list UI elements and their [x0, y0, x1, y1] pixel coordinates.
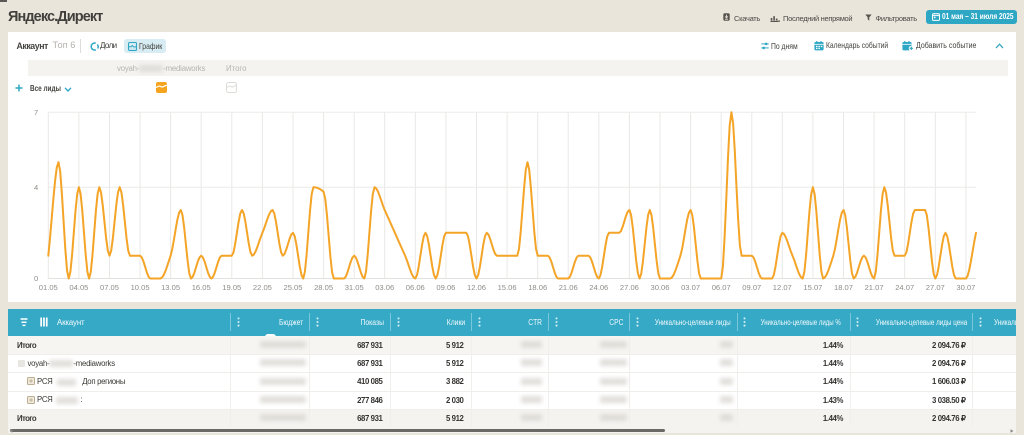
svg-text:01.05: 01.05	[39, 283, 58, 292]
svg-text:13.05: 13.05	[161, 283, 180, 292]
svg-text:06.07: 06.07	[712, 283, 731, 292]
svg-text:12.07: 12.07	[773, 283, 792, 292]
svg-text:06.06: 06.06	[406, 283, 425, 292]
svg-text:22.05: 22.05	[253, 283, 272, 292]
svg-text:03.07: 03.07	[681, 283, 700, 292]
svg-text:07.05: 07.05	[100, 283, 119, 292]
svg-text:21.06: 21.06	[559, 283, 578, 292]
svg-text:31.05: 31.05	[345, 283, 364, 292]
svg-text:28.05: 28.05	[314, 283, 333, 292]
svg-text:25.05: 25.05	[283, 283, 302, 292]
svg-text:0: 0	[34, 274, 38, 283]
svg-text:24.06: 24.06	[589, 283, 608, 292]
svg-text:19.05: 19.05	[222, 283, 241, 292]
svg-text:27.07: 27.07	[926, 283, 945, 292]
svg-text:30.06: 30.06	[650, 283, 669, 292]
svg-text:04.05: 04.05	[69, 283, 88, 292]
svg-text:09.07: 09.07	[742, 283, 761, 292]
svg-text:10.05: 10.05	[131, 283, 150, 292]
svg-text:24.07: 24.07	[895, 283, 914, 292]
svg-text:15.06: 15.06	[498, 283, 517, 292]
svg-text:16.05: 16.05	[192, 283, 211, 292]
svg-text:18.07: 18.07	[834, 283, 853, 292]
svg-text:12.06: 12.06	[467, 283, 486, 292]
svg-text:7: 7	[34, 108, 38, 117]
svg-text:4: 4	[34, 183, 38, 192]
svg-text:09.06: 09.06	[436, 283, 455, 292]
svg-text:30.07: 30.07	[956, 283, 975, 292]
svg-text:21.07: 21.07	[865, 283, 884, 292]
svg-text:18.06: 18.06	[528, 283, 547, 292]
svg-text:03.06: 03.06	[375, 283, 394, 292]
svg-text:15.07: 15.07	[803, 283, 822, 292]
svg-text:27.06: 27.06	[620, 283, 639, 292]
